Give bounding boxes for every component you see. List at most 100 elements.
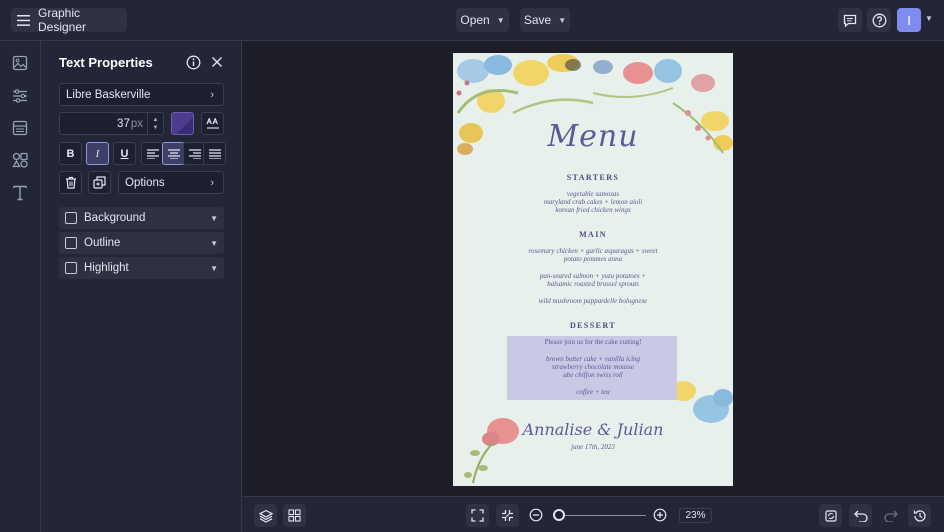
text-properties-panel: Text Properties Libre Baskerville › 37 p… [41, 41, 242, 532]
menu-item[interactable]: balsamic roasted brussel sprouts [453, 280, 733, 289]
chevron-down-icon: ▼ [210, 263, 218, 273]
highlight-checkbox[interactable] [65, 262, 77, 274]
align-justify-button[interactable] [203, 142, 226, 165]
outline-accordion[interactable]: Outline ▼ [59, 232, 224, 254]
bottom-toolbar: 23% [242, 496, 944, 532]
italic-button[interactable]: I [86, 142, 109, 165]
fit-to-screen-button[interactable] [466, 504, 489, 527]
align-center-icon [167, 148, 180, 159]
panel-title: Text Properties [59, 55, 153, 70]
duplicate-icon [93, 176, 106, 189]
shrink-button[interactable] [496, 504, 519, 527]
save-label: Save [523, 13, 552, 27]
grid-button[interactable] [283, 504, 306, 527]
save-button[interactable]: Save ▼ [520, 8, 570, 32]
background-accordion[interactable]: Background ▼ [59, 207, 224, 229]
layout-icon[interactable] [11, 119, 29, 137]
zoom-unit: % [696, 510, 706, 521]
avatar[interactable]: I [897, 8, 921, 32]
chevron-up-icon[interactable]: ▲ [153, 116, 159, 124]
zoom-in-icon[interactable] [653, 508, 667, 522]
text-case-button[interactable] [201, 112, 224, 135]
bold-icon: B [66, 147, 75, 160]
chevron-down-icon[interactable]: ▼ [925, 14, 933, 23]
align-center-button[interactable] [162, 142, 185, 165]
top-bar: Graphic Designer Open ▼ Save ▼ I ▼ [0, 0, 944, 41]
font-size-stepper[interactable]: ▲ ▼ [147, 113, 163, 134]
menu-item[interactable]: wild mushroom pappardelle bolognese [453, 297, 733, 306]
text-color-swatch[interactable] [171, 112, 194, 135]
undo-icon [853, 510, 868, 522]
align-right-icon [188, 148, 201, 159]
images-icon[interactable] [11, 54, 29, 72]
dessert-heading[interactable]: DESSERT [453, 321, 733, 330]
zoom-level-input[interactable]: 23% [679, 508, 712, 523]
redo-button[interactable] [879, 504, 902, 527]
app-menu-button[interactable]: Graphic Designer [11, 6, 127, 34]
history-icon [913, 509, 927, 523]
zoom-slider-track[interactable] [561, 515, 646, 516]
options-label: Options [125, 176, 165, 189]
menu-title[interactable]: Menu [453, 119, 733, 154]
comments-button[interactable] [838, 8, 862, 32]
italic-icon: I [95, 147, 100, 160]
duplicate-button[interactable] [88, 171, 111, 194]
zoom-out-icon[interactable] [529, 508, 543, 522]
menu-item[interactable]: coffee + tea [453, 388, 733, 397]
trash-icon [65, 176, 77, 189]
menu-item[interactable]: potato pommes anna [453, 255, 733, 264]
refresh-button[interactable] [819, 504, 842, 527]
font-family-select[interactable]: Libre Baskerville › [59, 83, 224, 106]
font-size-input[interactable]: 37 px ▲ ▼ [59, 112, 164, 135]
undo-button[interactable] [849, 504, 872, 527]
menu-document[interactable]: Menu STARTERS vegetable samosas maryland… [453, 53, 733, 486]
zoom-value: 23 [685, 510, 697, 521]
menu-item[interactable]: korean fried chicken wings [453, 206, 733, 215]
comment-icon [843, 14, 857, 27]
collapse-icon [501, 509, 514, 522]
align-justify-icon [208, 148, 221, 159]
chevron-down-icon: ▼ [210, 213, 218, 223]
sliders-icon[interactable] [11, 87, 29, 105]
options-select[interactable]: Options › [118, 171, 224, 194]
open-button[interactable]: Open ▼ [456, 8, 509, 32]
font-size-value: 37 [117, 117, 130, 130]
delete-button[interactable] [59, 171, 82, 194]
align-left-button[interactable] [141, 142, 164, 165]
background-checkbox[interactable] [65, 212, 77, 224]
couple-names[interactable]: Annalise & Julian [453, 420, 733, 439]
align-left-icon [146, 148, 159, 159]
main-heading[interactable]: MAIN [453, 230, 733, 239]
font-family-value: Libre Baskerville [66, 88, 151, 101]
chevron-down-icon: ▼ [210, 238, 218, 248]
help-button[interactable] [867, 8, 891, 32]
close-icon[interactable] [209, 54, 225, 70]
menu-item[interactable]: ube chiffon swiss roll [453, 371, 733, 380]
bold-button[interactable]: B [59, 142, 82, 165]
zoom-slider-handle[interactable] [553, 509, 565, 521]
accordion-label: Highlight [84, 262, 129, 274]
underline-icon: U [120, 147, 129, 160]
accordion-label: Outline [84, 237, 121, 249]
redo-icon [883, 510, 898, 522]
info-icon[interactable] [185, 54, 201, 70]
chevron-right-icon: › [210, 88, 214, 101]
tool-rail [0, 41, 41, 532]
chevron-down-icon[interactable]: ▼ [153, 124, 159, 132]
dessert-note[interactable]: Please join us for the cake cutting! [453, 338, 733, 347]
highlight-accordion[interactable]: Highlight ▼ [59, 257, 224, 279]
elements-icon[interactable] [11, 151, 29, 169]
layers-button[interactable] [254, 504, 277, 527]
accordion-label: Background [84, 212, 146, 224]
text-icon[interactable] [11, 184, 29, 202]
text-case-icon [205, 117, 220, 130]
hamburger-icon [17, 14, 30, 26]
event-date[interactable]: june 17th, 2023 [453, 443, 733, 451]
starters-heading[interactable]: STARTERS [453, 173, 733, 182]
outline-checkbox[interactable] [65, 237, 77, 249]
font-size-unit: px [130, 117, 143, 130]
underline-button[interactable]: U [113, 142, 136, 165]
history-button[interactable] [908, 504, 931, 527]
chevron-down-icon: ▼ [558, 15, 567, 25]
layers-icon [258, 509, 273, 523]
